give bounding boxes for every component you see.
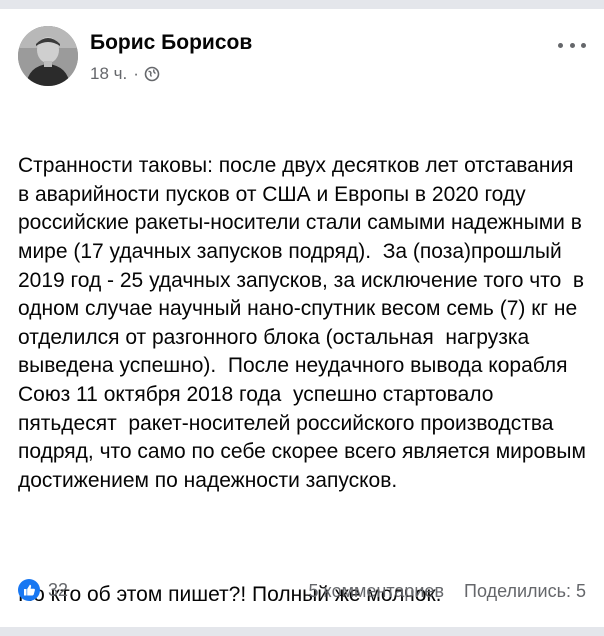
author-name[interactable]: Борис Борисов [90, 31, 252, 55]
more-options-button[interactable] [558, 37, 586, 53]
like-icon [18, 579, 40, 601]
more-dot-icon [581, 42, 586, 48]
post-body: Странности таковы: после двух десятков л… [18, 95, 588, 636]
post-header: Борис Борисов 18 ч. · [18, 23, 588, 87]
avatar-image [18, 26, 78, 86]
engagement-counts: 5 комментариев Поделились: 5 [309, 581, 586, 602]
more-dot-icon [558, 42, 563, 48]
post-paragraph: Странности таковы: после двух десятков л… [18, 154, 592, 492]
reaction-count: 32 [48, 579, 69, 600]
post-timestamp[interactable]: 18 ч. [90, 64, 127, 84]
globe-icon [144, 66, 160, 82]
bottom-separator [0, 627, 604, 636]
shares-count-link[interactable]: Поделились: 5 [464, 581, 586, 602]
comments-count-link[interactable]: 5 комментариев [309, 581, 445, 602]
more-dot-icon [569, 42, 575, 48]
top-separator [0, 0, 604, 9]
post-footer: 32 5 комментариев Поделились: 5 [18, 579, 586, 605]
author-avatar[interactable] [18, 26, 78, 86]
meta-separator: · [133, 64, 139, 83]
reactions-summary[interactable]: 32 [18, 579, 68, 601]
post-card: Борис Борисов 18 ч. · Странности таковы:… [0, 9, 604, 627]
post-meta: 18 ч. · [90, 64, 160, 84]
